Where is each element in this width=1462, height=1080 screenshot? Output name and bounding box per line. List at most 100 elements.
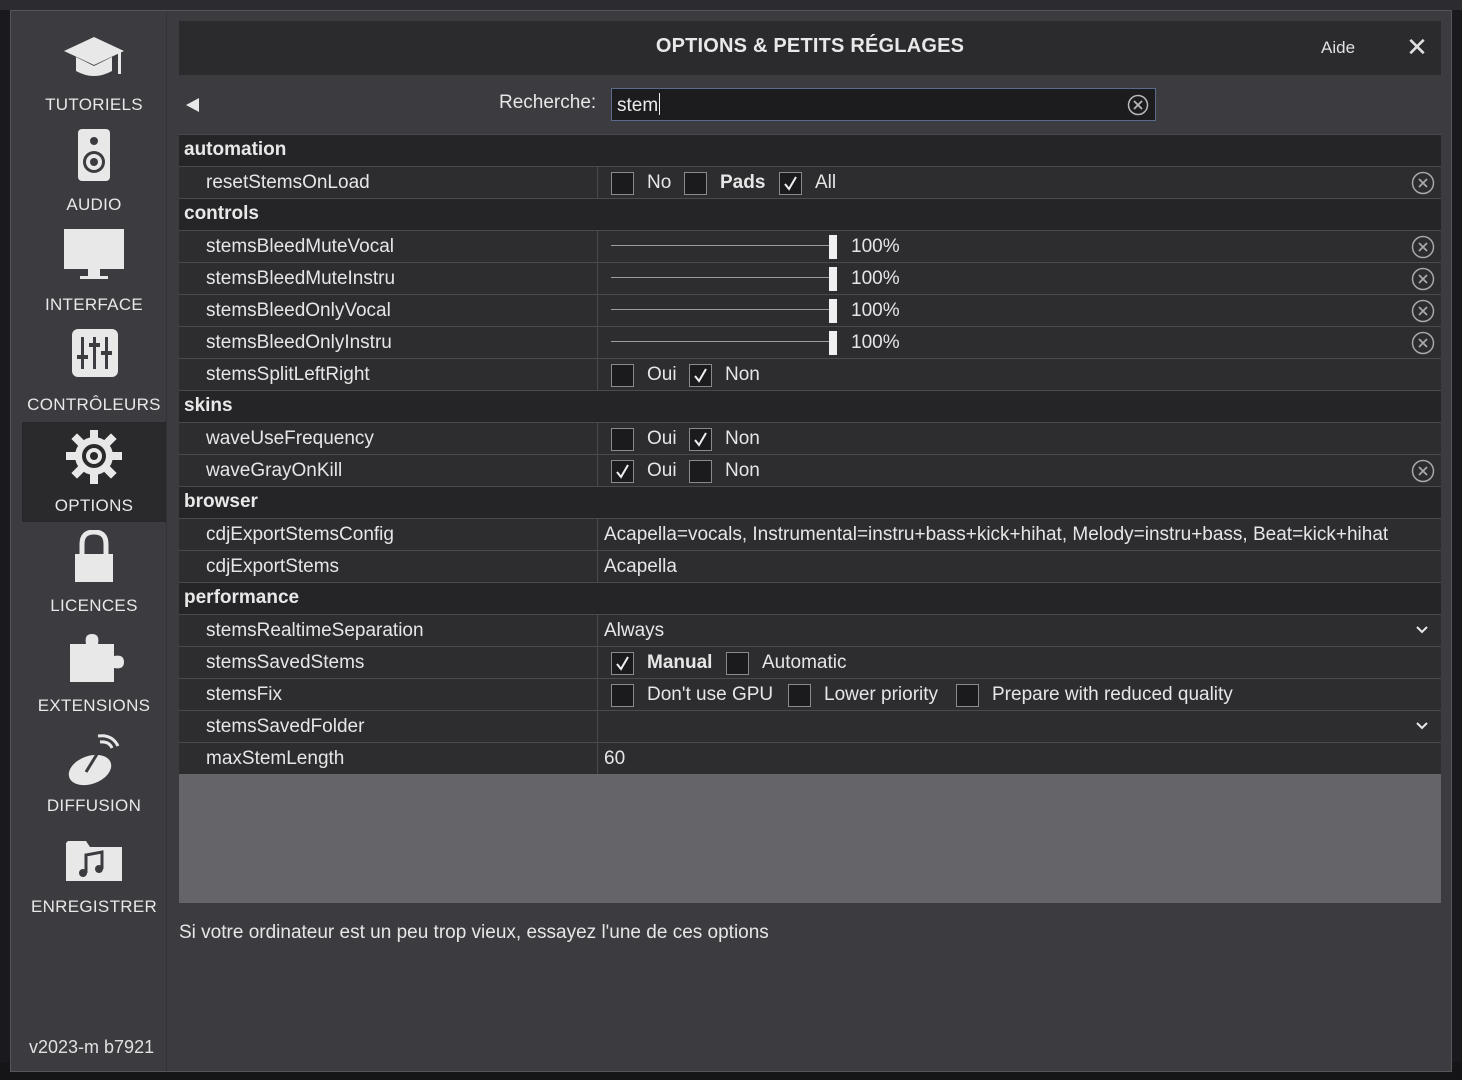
slider-track[interactable] (611, 277, 831, 278)
search-input[interactable]: stem (611, 88, 1156, 121)
text-value-field[interactable]: Acapella=vocals, Instrumental=instru+bas… (599, 519, 1441, 550)
option-name: cdjExportStemsConfig (206, 524, 394, 545)
checkbox-pads[interactable] (684, 172, 707, 195)
category-label: controls (184, 203, 259, 224)
option-label: Automatic (762, 652, 847, 673)
sidebar-item-audio[interactable]: AUDIO (22, 121, 166, 221)
sidebar-item-controleurs[interactable]: CONTRÔLEURS (22, 321, 166, 421)
close-button[interactable]: ✕ (1405, 33, 1429, 61)
slider-thumb[interactable] (829, 331, 837, 355)
slider-thumb[interactable] (829, 267, 837, 291)
sidebar-item-label: CONTRÔLEURS (27, 395, 161, 414)
option-row-stemsRealtimeSeparation: stemsRealtimeSeparation Always (179, 614, 1441, 646)
option-row-stemsBleedOnlyVocal: stemsBleedOnlyVocal 100% (179, 294, 1441, 326)
reset-icon[interactable] (1411, 267, 1435, 291)
option-row-waveGrayOnKill: waveGrayOnKill Oui Non (179, 454, 1441, 486)
slider-track[interactable] (611, 245, 831, 246)
option-name: stemsBleedMuteInstru (206, 268, 396, 289)
category-row: controls (179, 198, 1441, 230)
category-row: performance (179, 582, 1441, 614)
option-label: Non (725, 460, 760, 481)
option-name: stemsBleedOnlyInstru (206, 332, 392, 353)
checkbox-oui[interactable] (611, 460, 634, 483)
text-value-field[interactable]: 60 (599, 743, 1441, 774)
background-left-edge (0, 10, 10, 1072)
option-value: 60 (604, 748, 626, 769)
checkbox-dont-use-gpu[interactable] (611, 684, 634, 707)
option-row-waveUseFrequency: waveUseFrequency Oui Non (179, 422, 1441, 454)
category-row: browser (179, 486, 1441, 518)
search-label: Recherche: (499, 92, 597, 113)
puzzle-piece-icon (70, 634, 124, 682)
slider-track[interactable] (611, 341, 831, 342)
checkbox-non[interactable] (689, 428, 712, 451)
version-label: v2023-m b7921 (29, 1037, 155, 1057)
option-label: Non (725, 428, 760, 449)
option-value: Acapella (604, 556, 677, 577)
checkbox-automatic[interactable] (726, 652, 749, 675)
sidebar-item-extensions[interactable]: EXTENSIONS (22, 622, 166, 722)
slider-thumb[interactable] (829, 235, 837, 259)
reset-icon[interactable] (1411, 171, 1435, 195)
chevron-down-icon (1416, 626, 1428, 634)
reset-icon[interactable] (1411, 459, 1435, 483)
reset-icon[interactable] (1411, 299, 1435, 323)
text-value-field[interactable]: Acapella (599, 551, 1441, 582)
broadcast-dish-icon (68, 734, 120, 786)
option-row-stemsBleedOnlyInstru: stemsBleedOnlyInstru 100% (179, 326, 1441, 358)
checkbox-oui[interactable] (611, 428, 634, 451)
sidebar-item-interface[interactable]: INTERFACE (22, 221, 166, 321)
background-top-strip (0, 0, 1462, 10)
search-value: stem (617, 95, 659, 116)
option-row-stemsFix: stemsFix Don't use GPU Lower priority Pr… (179, 678, 1441, 710)
option-label: Manual (647, 652, 713, 673)
checkbox-non[interactable] (689, 460, 712, 483)
reset-icon[interactable] (1411, 331, 1435, 355)
monitor-icon (64, 229, 124, 279)
graduation-cap-icon (64, 37, 124, 76)
option-label: Don't use GPU (647, 684, 774, 705)
checkbox-lower-priority[interactable] (788, 684, 811, 707)
reset-icon[interactable] (1411, 235, 1435, 259)
sidebar-item-label: DIFFUSION (46, 796, 142, 815)
checkbox-reduced-quality[interactable] (956, 684, 979, 707)
help-button[interactable]: Aide (1321, 38, 1355, 58)
option-name: stemsSavedFolder (206, 716, 365, 737)
checkbox-no[interactable] (611, 172, 634, 195)
category-label: skins (184, 395, 233, 416)
sidebar-item-label: INTERFACE (44, 295, 144, 314)
dropdown-select[interactable] (599, 711, 1441, 742)
options-dialog: TUTORIELS AUDIO INTERFACE CONTRÔLEURS OP… (10, 10, 1452, 1072)
options-table: automation resetStemsOnLoad No Pads All … (179, 134, 1441, 903)
option-label: Pads (720, 172, 766, 193)
option-label: Non (725, 364, 760, 385)
background-right-edge (1452, 10, 1462, 1072)
back-arrow-icon[interactable] (183, 95, 203, 115)
checkbox-oui[interactable] (611, 364, 634, 387)
sidebar-item-tutoriels[interactable]: TUTORIELS (22, 21, 166, 121)
option-label: All (815, 172, 837, 193)
sidebar-item-enregistrer[interactable]: ENREGISTRER (22, 823, 166, 923)
sidebar-item-options[interactable]: OPTIONS (22, 422, 166, 522)
dropdown-select[interactable]: Always (599, 615, 1441, 646)
checkbox-manual[interactable] (611, 652, 634, 675)
slider-thumb[interactable] (829, 299, 837, 323)
checkmark-icon (784, 176, 797, 191)
sidebar-item-label: EXTENSIONS (37, 696, 151, 715)
option-name: cdjExportStems (206, 556, 340, 577)
sidebar-item-diffusion[interactable]: DIFFUSION (22, 722, 166, 822)
slider-value: 100% (851, 300, 900, 321)
gear-icon (66, 430, 122, 484)
checkmark-icon (694, 432, 707, 447)
option-name: waveGrayOnKill (206, 460, 343, 481)
checkbox-non[interactable] (689, 364, 712, 387)
option-row-stemsBleedMuteInstru: stemsBleedMuteInstru 100% (179, 262, 1441, 294)
option-row-stemsSavedStems: stemsSavedStems Manual Automatic (179, 646, 1441, 678)
option-name: waveUseFrequency (206, 428, 374, 449)
checkbox-all[interactable] (779, 172, 802, 195)
sidebar-item-licences[interactable]: LICENCES (22, 522, 166, 622)
option-row-stemsSplitLeftRight: stemsSplitLeftRight Oui Non (179, 358, 1441, 390)
slider-track[interactable] (611, 309, 831, 310)
sidebar-item-label: LICENCES (50, 596, 138, 615)
clear-search-icon[interactable] (1127, 94, 1149, 116)
